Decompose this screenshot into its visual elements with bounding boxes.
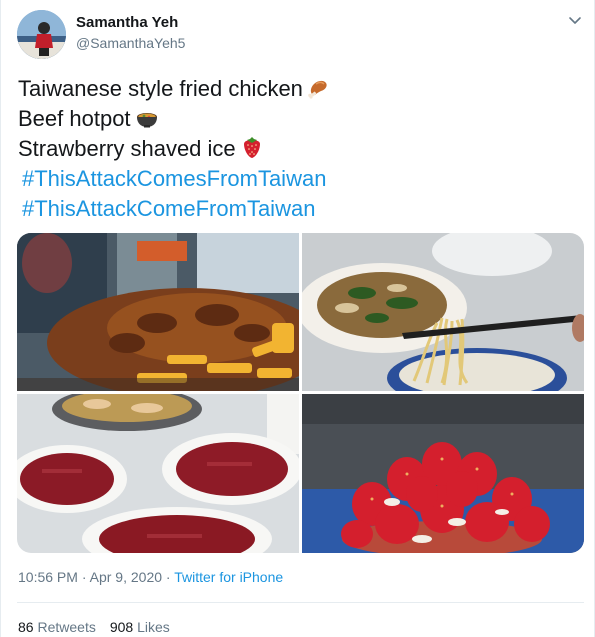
tweet-line-3: Strawberry shaved ice [18, 134, 331, 164]
tweet-line-text: Taiwanese style fried chicken [18, 76, 303, 101]
tweet-text: Taiwanese style fried chicken Beef hotpo… [18, 74, 331, 224]
tweet-line-text: Strawberry shaved ice [18, 136, 236, 161]
author-handle[interactable]: @SamanthaYeh5 [76, 35, 185, 51]
tweet-time[interactable]: 10:56 PM [18, 569, 78, 585]
photo-fried-chicken[interactable] [17, 233, 299, 391]
hashtag-link-2[interactable]: #ThisAttackComeFromTaiwan [18, 194, 331, 224]
avatar-photo [17, 10, 66, 59]
retweets-label: Retweets [37, 619, 96, 635]
engagement-stats: 86 Retweets 908 Likes [18, 619, 170, 635]
hashtag-link-1[interactable]: #ThisAttackComesFromTaiwan [18, 164, 331, 194]
chevron-down-icon[interactable] [567, 14, 583, 28]
author-name[interactable]: Samantha Yeh [76, 14, 178, 31]
strawberry-icon [240, 136, 264, 160]
tweet-line-2: Beef hotpot [18, 104, 331, 134]
poultry-leg-icon [307, 76, 331, 100]
meta-separator: · [165, 569, 171, 585]
stew-bowl-icon [135, 106, 159, 130]
meta-separator: · [81, 569, 87, 585]
likes-stat[interactable]: 908 Likes [110, 619, 170, 635]
likes-count: 908 [109, 619, 134, 635]
tweet-card: Samantha Yeh @SamanthaYeh5 Taiwanese sty… [0, 0, 595, 637]
retweets-count: 86 [18, 619, 34, 635]
likes-label: Likes [137, 619, 170, 635]
tweet-date[interactable]: Apr 9, 2020 [90, 569, 162, 585]
photo-noodles[interactable] [302, 233, 584, 391]
retweets-stat[interactable]: 86 Retweets [18, 619, 96, 635]
divider [17, 602, 584, 603]
tweet-timestamp-row: 10:56 PM · Apr 9, 2020 · Twitter for iPh… [18, 569, 283, 585]
tweet-line-1: Taiwanese style fried chicken [18, 74, 331, 104]
tweet-line-text: Beef hotpot [18, 106, 131, 131]
tweet-source-link[interactable]: Twitter for iPhone [174, 569, 283, 585]
photo-strawberry-shaved-ice[interactable] [302, 394, 584, 553]
avatar[interactable] [17, 10, 66, 59]
photo-grid [17, 233, 584, 553]
photo-beef-hotpot[interactable] [17, 394, 299, 553]
